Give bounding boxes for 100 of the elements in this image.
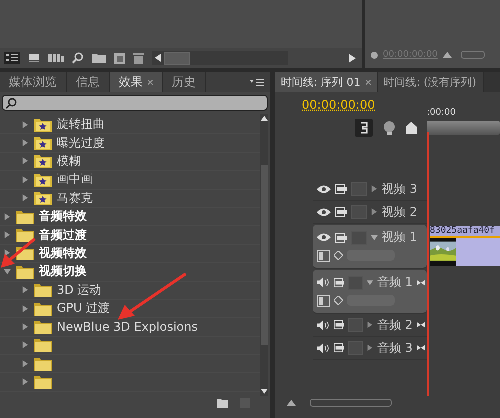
speaker-icon[interactable] [317,320,330,330]
new-item-icon[interactable] [114,52,125,64]
disclosure-triangle-icon[interactable] [22,286,29,294]
zoom-icon[interactable] [442,52,452,58]
tree-item-label[interactable]: NewBlue 3D Explosions [57,320,198,334]
disclosure-triangle-icon[interactable] [22,304,29,313]
sync-lock-icon[interactable] [335,207,347,217]
disclosure-triangle-icon[interactable] [22,322,29,331]
disclosure-triangle-icon[interactable] [367,344,374,352]
zoom-out-icon[interactable] [287,400,296,406]
bowtie-icon [416,322,425,328]
bin-icon[interactable] [48,53,64,63]
new-bin-icon[interactable] [217,398,228,408]
sync-lock-icon[interactable] [334,343,344,353]
folder-icon [34,302,52,316]
preset-folder-icon [34,154,52,168]
sync-lock-icon[interactable] [335,184,347,194]
disclosure-triangle-icon[interactable] [371,208,378,216]
track-name: 视频 2 [382,204,418,220]
speaker-icon[interactable] [317,342,330,354]
disclosure-triangle-icon[interactable] [22,120,29,129]
timeline-tab[interactable]: 时间线: 序列 01 [275,72,378,92]
lightbulb-icon[interactable] [383,120,396,136]
icon-view-icon[interactable] [28,53,40,63]
timecode[interactable]: 00:00:00:00 [302,98,376,112]
disclosure-triangle-icon[interactable] [22,378,29,386]
disclosure-triangle-icon[interactable] [371,234,378,242]
marker-icon[interactable] [371,52,378,58]
scrollbar[interactable] [152,51,288,65]
disclosure-triangle-icon[interactable] [367,278,374,286]
track-name: 音频 3 [377,340,413,356]
scroll-up-icon[interactable] [260,116,268,121]
disclosure-triangle-icon[interactable] [371,185,378,193]
disclosure-triangle-icon[interactable] [22,139,29,148]
eye-icon[interactable] [317,208,331,216]
bowtie-icon [416,280,425,286]
disclosure-triangle-icon[interactable] [4,212,11,221]
tree-item-label[interactable]: 曝光过度 [57,134,105,152]
list-view-icon[interactable] [4,52,20,64]
tree-item-label[interactable]: 旋转扭曲 [57,116,105,134]
keyframe-icon[interactable] [334,251,343,260]
marker-icon[interactable] [406,122,417,134]
eye-icon[interactable] [317,233,331,242]
lock-toggle[interactable] [351,205,367,219]
tree-item-label[interactable]: 马赛克 [57,190,93,207]
tree-item-label[interactable]: 画中画 [57,171,93,188]
panel-tab[interactable]: 效果 [110,72,163,92]
disclosure-triangle-icon[interactable] [367,321,374,329]
preset-folder-icon [34,118,52,132]
eye-icon[interactable] [317,184,331,194]
sync-lock-icon[interactable] [334,278,344,288]
sync-lock-icon[interactable] [335,232,347,242]
scroll-down-icon[interactable] [260,389,268,394]
folder-icon [34,375,52,390]
panel-tab[interactable]: 历史 [163,72,206,92]
bowtie-icon [416,345,425,351]
time-ruler[interactable] [427,121,500,135]
close-icon[interactable] [148,80,153,84]
panel-tab[interactable]: 媒体浏览 [0,72,67,92]
disclosure-triangle-icon[interactable] [4,268,11,276]
disclosure-triangle-icon[interactable] [22,157,29,166]
tree-item-label[interactable]: 视频切换 [39,263,87,280]
speaker-icon[interactable] [317,277,330,288]
panel-menu-icon[interactable] [250,78,264,86]
tree-item-label[interactable]: 3D 运动 [57,282,102,299]
tree-item-label[interactable]: GPU 过渡 [57,300,110,318]
timeline-tab[interactable]: 时间线: (没有序列) [378,72,484,92]
scrollbar[interactable] [260,114,268,396]
trash-icon[interactable] [133,52,144,64]
sync-lock-icon[interactable] [334,320,344,330]
tree-item-label[interactable]: 音频过渡 [39,226,87,244]
folder-icon [16,210,34,224]
keyframe-icon[interactable] [334,296,343,305]
disclosure-triangle-icon[interactable] [22,176,29,184]
preset-folder-icon [34,191,52,206]
snap-icon[interactable] [355,119,373,137]
disclosure-triangle-icon[interactable] [22,341,29,350]
lock-toggle[interactable] [348,341,364,355]
lock-toggle[interactable] [351,182,367,196]
display-style-icon[interactable] [317,294,330,306]
play-icon[interactable] [349,54,356,62]
tree-item-label[interactable]: 音频特效 [39,208,87,226]
video-clip[interactable]: 83025aafa40f [430,226,500,266]
display-style-icon[interactable] [317,250,330,262]
lock-toggle[interactable] [348,318,364,332]
disclosure-triangle-icon[interactable] [22,360,29,368]
folder-icon[interactable] [92,53,106,63]
tree-item-label[interactable]: 模糊 [57,152,81,170]
preset-folder-icon [34,136,52,150]
search-field[interactable] [2,95,268,111]
panel-tab[interactable]: 信息 [67,72,110,92]
search-icon[interactable] [72,52,84,64]
track-name: 视频 3 [382,180,418,198]
disclosure-triangle-icon[interactable] [4,231,11,240]
track-name: 音频 1 [377,274,413,291]
disclosure-triangle-icon[interactable] [22,194,29,202]
tree-item-label[interactable]: 视频特效 [39,244,87,262]
folder-icon [16,228,34,242]
scroll-left-icon[interactable] [155,54,161,62]
close-icon[interactable] [366,80,371,84]
